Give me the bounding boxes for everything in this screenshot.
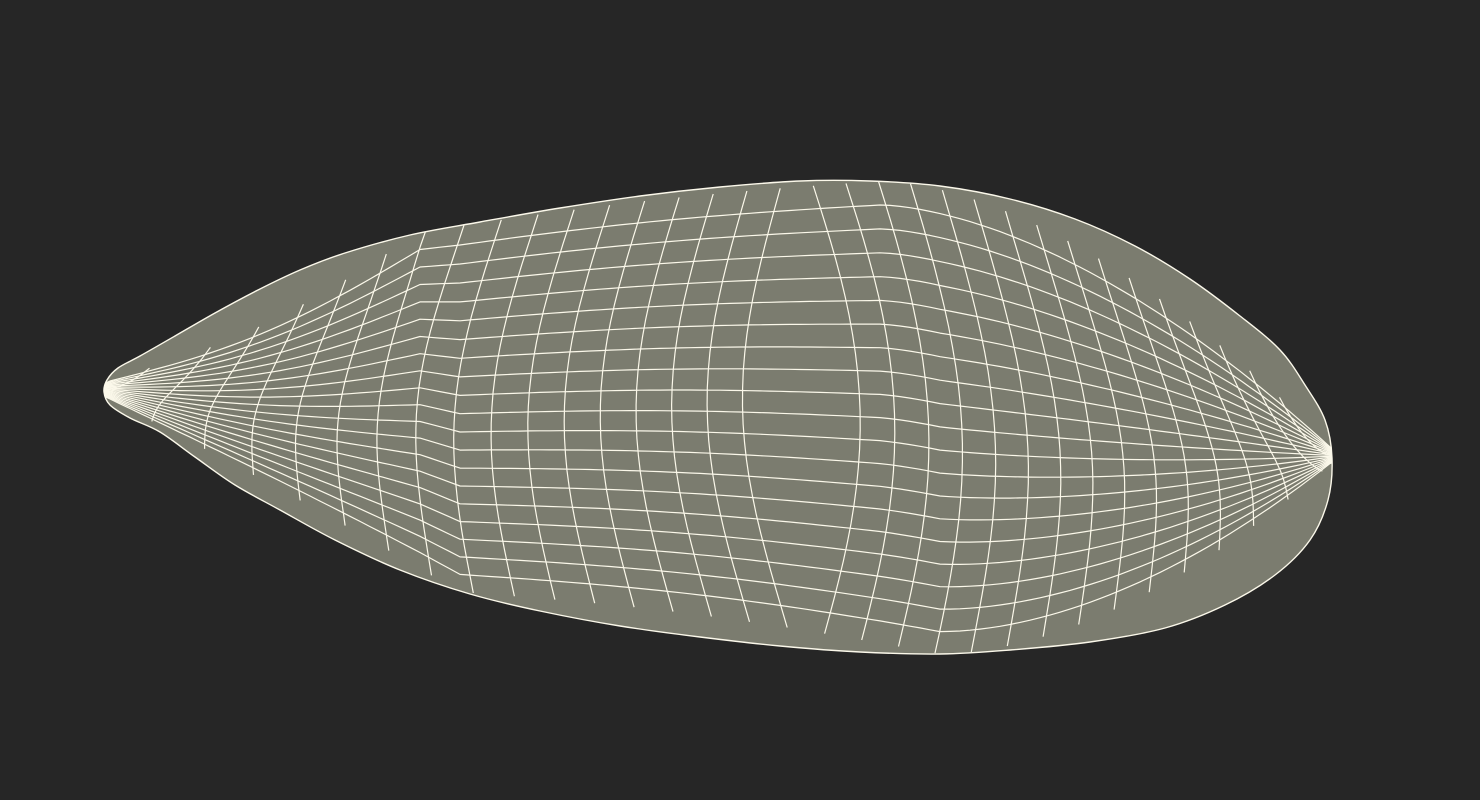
seed-wireframe-mesh [103, 179, 1333, 655]
seed-surface [103, 180, 1333, 655]
render-viewport [0, 0, 1480, 800]
seed-body [103, 180, 1333, 655]
